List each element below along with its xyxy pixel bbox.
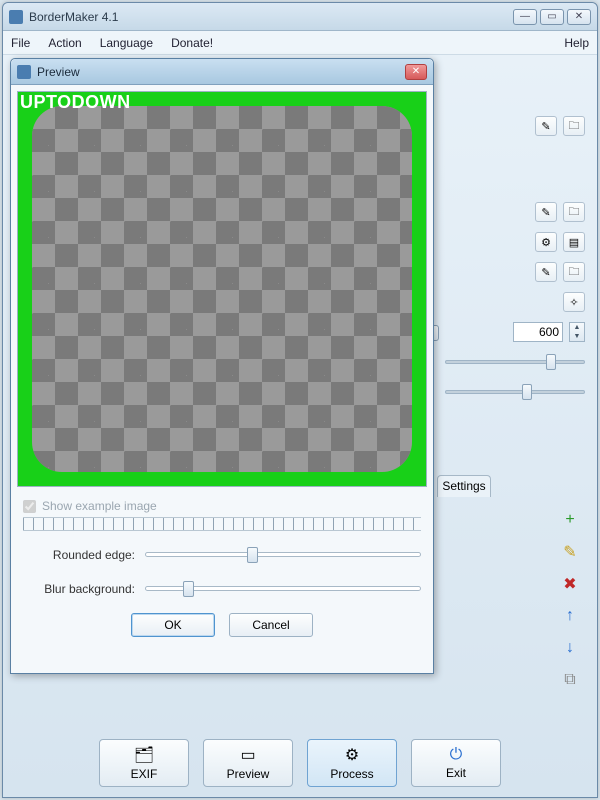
preview-dialog: Preview ✕ UPTODOWN Show example image Ro…: [10, 58, 434, 674]
menu-language[interactable]: Language: [100, 36, 153, 50]
folder-icon[interactable]: 🗀: [563, 262, 585, 282]
menu-help[interactable]: Help: [564, 36, 589, 50]
show-example-checkbox[interactable]: Show example image: [23, 499, 421, 513]
size-input[interactable]: [513, 322, 563, 342]
titlebar: BorderMaker 4.1 — ▭ ✕: [3, 3, 597, 31]
show-example-input[interactable]: [23, 500, 36, 513]
dialog-close-button[interactable]: ✕: [405, 64, 427, 80]
arrow-down-icon[interactable]: ↓: [559, 637, 581, 659]
preview-canvas: UPTODOWN: [17, 91, 427, 487]
exit-label: Exit: [446, 766, 466, 780]
preview-button[interactable]: ▭ Preview: [203, 739, 293, 787]
maximize-button[interactable]: ▭: [540, 9, 564, 25]
size-spinner[interactable]: ▲▼: [569, 322, 585, 342]
ok-button[interactable]: OK: [131, 613, 215, 637]
list-icon[interactable]: ▤: [563, 232, 585, 252]
edit-icon[interactable]: ✎: [535, 116, 557, 136]
tab-settings[interactable]: Settings: [437, 475, 491, 497]
bottom-toolbar: 🗂 EXIF ▭ Preview ⚙ Process ⏻ Exit: [3, 739, 597, 787]
dialog-icon: [17, 65, 31, 79]
spin-down-icon[interactable]: ▼: [570, 332, 584, 341]
transparency-checker: [32, 106, 412, 472]
rounded-edge-slider[interactable]: [145, 545, 421, 565]
blur-background-slider[interactable]: [145, 579, 421, 599]
preview-icon: ▭: [240, 745, 255, 765]
border-frame: UPTODOWN: [18, 92, 426, 486]
menu-donate[interactable]: Donate!: [171, 36, 213, 50]
folder-icon[interactable]: 🗀: [563, 116, 585, 136]
exif-icon: 🗂: [134, 745, 154, 765]
edit-icon[interactable]: ✎: [535, 262, 557, 282]
show-example-label: Show example image: [42, 499, 157, 513]
exif-button[interactable]: 🗂 EXIF: [99, 739, 189, 787]
edit-icon[interactable]: ✎: [535, 202, 557, 222]
exit-icon: ⏻: [450, 746, 463, 764]
exit-button[interactable]: ⏻ Exit: [411, 739, 501, 787]
folder-icon[interactable]: 🗀: [563, 202, 585, 222]
menubar: File Action Language Donate! Help: [3, 31, 597, 55]
action-icon-column: + ✎ ✖ ↑ ↓ ⧉: [559, 509, 581, 691]
cancel-button[interactable]: Cancel: [229, 613, 313, 637]
dialog-title: Preview: [37, 65, 80, 79]
rounded-inner: [32, 106, 412, 472]
dialog-titlebar: Preview ✕: [11, 59, 433, 85]
rounded-edge-label: Rounded edge:: [23, 548, 135, 562]
wand-icon[interactable]: ✧: [563, 292, 585, 312]
slider-1[interactable]: [445, 353, 585, 371]
arrow-up-icon[interactable]: ↑: [559, 605, 581, 627]
menu-action[interactable]: Action: [48, 36, 81, 50]
app-title: BorderMaker 4.1: [29, 10, 513, 24]
slider-2[interactable]: [445, 383, 585, 401]
watermark-text: UPTODOWN: [20, 92, 131, 113]
process-icon: ⚙: [345, 745, 359, 765]
copy-icon[interactable]: ⧉: [559, 669, 581, 691]
ruler: [23, 517, 421, 531]
preview-label: Preview: [227, 767, 270, 781]
delete-icon[interactable]: ✖: [559, 573, 581, 595]
minimize-button[interactable]: —: [513, 9, 537, 25]
process-label: Process: [330, 767, 373, 781]
spin-up-icon[interactable]: ▲: [570, 323, 584, 332]
menu-file[interactable]: File: [11, 36, 30, 50]
blur-background-label: Blur background:: [23, 582, 135, 596]
add-icon[interactable]: +: [559, 509, 581, 531]
pencil-icon[interactable]: ✎: [559, 541, 581, 563]
exif-label: EXIF: [131, 767, 158, 781]
app-icon: [9, 10, 23, 24]
close-button[interactable]: ✕: [567, 9, 591, 25]
process-button[interactable]: ⚙ Process: [307, 739, 397, 787]
gear-icon[interactable]: ⚙: [535, 232, 557, 252]
